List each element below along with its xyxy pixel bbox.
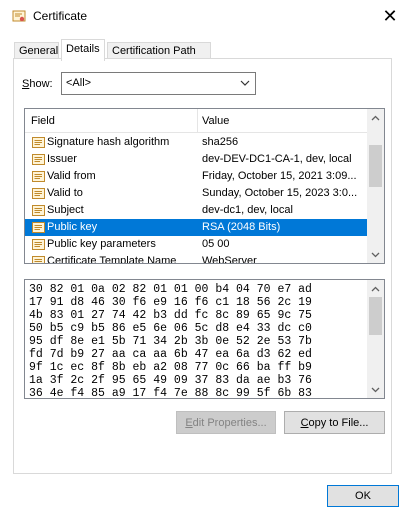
scroll-thumb[interactable] xyxy=(369,145,382,187)
row-field: Issuer xyxy=(47,153,77,165)
row-value: dev-dc1, dev, local xyxy=(202,204,293,216)
row-field: Signature hash algorithm xyxy=(47,136,170,148)
row-value: WebServer xyxy=(202,255,257,264)
hex-line: 1a 3f 2c 2f 95 65 49 09 37 83 da ae b3 7… xyxy=(29,374,312,387)
field-list[interactable]: Field Value Signature hash algorithm sha2… xyxy=(24,108,385,264)
row-value: Sunday, October 15, 2023 3:0... xyxy=(202,187,358,199)
close-icon: ✕ xyxy=(382,5,398,26)
row-field: Certificate Template Name xyxy=(47,255,177,264)
list-rows: Signature hash algorithm sha256 Issuer dev-… xyxy=(25,134,368,264)
hex-line: 4b 83 01 27 74 42 b3 dd fc 8c 89 65 9c 7… xyxy=(29,309,312,322)
certificate-field-icon xyxy=(31,237,46,252)
hex-line: 9f 1c ec 8f 8b eb a2 08 77 0c 66 ba ff b… xyxy=(29,361,312,374)
hex-line: fd 7d b9 27 aa ca aa 6b 47 ea 6a d3 62 e… xyxy=(29,348,312,361)
edit-properties-label: dit Properties... xyxy=(192,416,267,429)
certificate-field-icon xyxy=(31,152,46,167)
scroll-thumb[interactable] xyxy=(369,297,382,335)
show-label-rest: how: xyxy=(29,78,53,90)
row-field: Subject xyxy=(47,204,84,216)
certificate-field-icon xyxy=(31,135,46,150)
copy-to-file-button[interactable]: Copy to File... xyxy=(284,411,385,434)
hex-line: 36 4e f4 85 a9 17 f4 7e 88 8c 99 5f 6b 8… xyxy=(29,387,312,399)
row-value: 05 00 xyxy=(202,238,230,250)
window-title: Certificate xyxy=(33,9,88,23)
row-value: dev-DEV-DC1-CA-1, dev, local xyxy=(202,153,352,165)
copy-to-file-label: opy to File... xyxy=(308,416,369,429)
value-textbox[interactable]: 30 82 01 0a 02 82 01 01 00 b4 04 70 e7 a… xyxy=(24,279,385,399)
hex-line: 30 82 01 0a 02 82 01 01 00 b4 04 70 e7 a… xyxy=(29,283,312,296)
list-row[interactable]: Valid to Sunday, October 15, 2023 3:0... xyxy=(25,185,368,202)
list-header: Field Value xyxy=(25,109,368,133)
list-row[interactable]: Subject dev-dc1, dev, local xyxy=(25,202,368,219)
column-separator xyxy=(197,109,198,133)
list-scrollbar[interactable] xyxy=(367,109,384,263)
show-select[interactable]: <All> xyxy=(61,72,256,95)
scroll-down-arrow[interactable] xyxy=(367,246,384,263)
row-value: sha256 xyxy=(202,136,239,148)
certificate-field-icon xyxy=(31,186,46,201)
row-field: Valid from xyxy=(47,170,96,182)
edit-properties-button[interactable]: Edit Properties... xyxy=(176,411,276,434)
certificate-field-icon xyxy=(31,254,46,263)
edit-properties-accel: E xyxy=(185,416,193,429)
show-label: Show: xyxy=(22,78,53,90)
list-row[interactable]: Issuer dev-DEV-DC1-CA-1, dev, local xyxy=(25,151,368,168)
row-value: Friday, October 15, 2021 3:09... xyxy=(202,170,357,182)
scroll-up-arrow[interactable] xyxy=(367,280,384,297)
show-select-value: <All> xyxy=(66,77,92,89)
column-header-field[interactable]: Field xyxy=(31,115,55,127)
hex-line: 50 b5 c9 b5 86 e5 6e 06 5c d8 e4 33 dc c… xyxy=(29,322,312,335)
row-field: Public key xyxy=(47,221,98,233)
certificate-field-icon xyxy=(31,203,46,218)
certificate-icon xyxy=(12,10,26,22)
row-field: Valid to xyxy=(47,187,83,199)
hex-line: 17 91 d8 46 30 f6 e9 16 f6 c1 18 56 2c 1… xyxy=(29,296,312,309)
close-button[interactable]: ✕ xyxy=(375,0,405,32)
certificate-field-icon xyxy=(31,220,46,235)
tab-details[interactable]: Details xyxy=(61,39,105,61)
certificate-field-icon xyxy=(31,169,46,184)
ok-button[interactable]: OK xyxy=(327,485,399,507)
hex-value: 30 82 01 0a 02 82 01 01 00 b4 04 70 e7 a… xyxy=(29,283,312,399)
copy-to-file-accel: C xyxy=(300,416,309,429)
list-row[interactable]: Public key parameters 05 00 xyxy=(25,236,368,253)
title-bar: Certificate ✕ xyxy=(0,0,405,32)
column-header-value[interactable]: Value xyxy=(202,115,229,127)
hex-line: 95 df 8e e1 5b 71 34 2b 3b 0e 52 2e 53 7… xyxy=(29,335,312,348)
list-row[interactable]: Signature hash algorithm sha256 xyxy=(25,134,368,151)
row-field: Public key parameters xyxy=(47,238,156,250)
list-row[interactable]: Valid from Friday, October 15, 2021 3:09.… xyxy=(25,168,368,185)
row-value: RSA (2048 Bits) xyxy=(202,221,281,233)
list-row[interactable]: Certificate Template Name WebServer xyxy=(25,253,368,264)
value-scrollbar[interactable] xyxy=(367,280,384,398)
list-row[interactable]: Public key RSA (2048 Bits) xyxy=(25,219,368,236)
scroll-down-arrow[interactable] xyxy=(367,381,384,398)
scroll-up-arrow[interactable] xyxy=(367,109,384,126)
chevron-down-icon xyxy=(240,80,250,86)
